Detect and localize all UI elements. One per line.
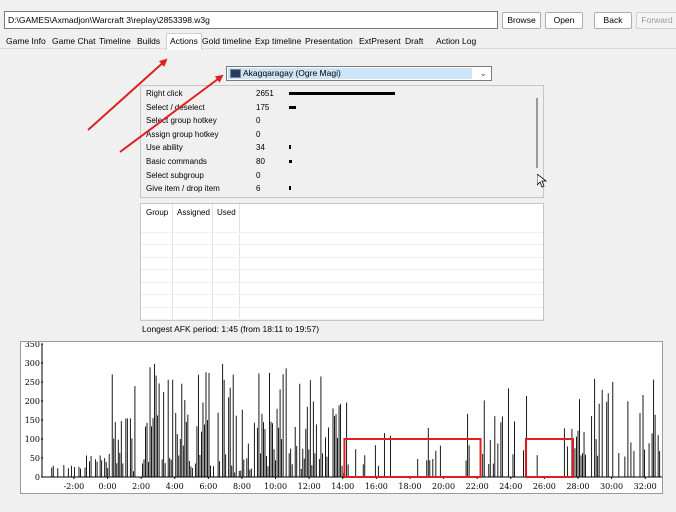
back-button[interactable]: Back [594,12,632,29]
x-tick-label: 2:00 [132,482,150,491]
y-tick-label: 0 [35,473,40,482]
stat-label: Basic commands [146,157,207,166]
y-tick-label: 100 [25,435,40,444]
stat-bar [289,145,291,150]
stat-value: 34 [256,143,265,153]
x-tick-label: 18:00 [398,482,421,491]
open-button[interactable]: Open [545,12,583,29]
table-row [141,306,543,308]
action-stat-row: Assign group hotkey 0 [146,128,536,141]
action-stats-panel: Right click 2651 Select / deselect 175 Selec… [140,85,544,198]
stat-value: 175 [256,102,270,112]
action-stat-row: Select group hotkey 0 [146,114,536,127]
table-row [141,319,543,320]
y-tick-label: 350 [25,342,40,349]
stat-value: 0 [256,116,261,126]
actions-chart-svg: 0 50 100 150 200 250 300 350 -2:00 0:00 2:00 4:00 6:… [25,340,662,491]
browse-button[interactable]: Browse [502,12,541,29]
stat-label: Select / deselect [146,102,205,112]
tab-exp-timeline[interactable]: Exp timeline [253,35,303,48]
stat-label: Right click [146,89,183,98]
chevron-down-icon[interactable]: ⌄ [479,67,487,80]
tab-builds[interactable]: Builds [135,35,162,48]
tab-timeline[interactable]: Timeline [97,35,133,48]
column-divider [212,204,213,320]
stat-value: 0 [256,170,261,180]
table-row [141,294,543,295]
tab-game-info[interactable]: Game Info [4,35,48,48]
table-row [141,256,543,258]
table-row [141,269,543,270]
stat-bar [289,160,293,163]
stat-label: Select group hotkey [146,116,217,126]
player-select[interactable]: Akagqaragay (Ogre Magi) ⌄ [226,66,492,81]
x-tick-label: -2:00 [64,482,85,491]
table-row [141,244,543,245]
x-tick-label: 32:00 [634,482,657,491]
stat-bar [289,92,395,95]
hero-portrait-icon [230,69,241,78]
column-divider [239,204,240,320]
stat-label: Select subgroup [146,170,204,180]
y-tick-label: 150 [25,416,40,425]
table-row [141,231,543,233]
tab-draft[interactable]: Draft [403,35,425,48]
x-tick-label: 14:00 [331,482,354,491]
forward-button[interactable]: Forward [636,12,676,29]
actions-chart: 0 50 100 150 200 250 300 350 -2:00 0:00 2:00 4:00 6:… [20,340,663,494]
toolbar: Browse Open Back Forward [0,0,676,30]
stat-value: 2651 [256,89,274,98]
tab-gold-timeline[interactable]: Gold timeline [200,35,254,48]
action-stat-row: Use ability 34 [146,141,536,154]
x-tick-label: 26:00 [533,482,556,491]
stat-value: 80 [256,157,265,166]
table-row [141,281,543,283]
annotation-rect [524,438,574,478]
column-divider [172,204,173,320]
tab-game-chat[interactable]: Game Chat [50,35,97,48]
x-tick-label: 30:00 [600,482,623,491]
groups-table: Group Assigned Used [140,203,544,321]
x-tick-label: 8:00 [233,482,251,491]
y-tick-label: 250 [25,378,40,387]
x-tick-label: 10:00 [264,482,287,491]
x-tick-label: 4:00 [166,482,184,491]
player-select-value: Akagqaragay (Ogre Magi) [243,68,341,78]
column-header-used[interactable]: Used [217,208,236,217]
stat-bar [289,186,291,191]
stat-value: 6 [256,184,261,194]
stat-label: Assign group hotkey [146,129,219,139]
y-tick-label: 300 [25,359,40,368]
x-tick-label: 6:00 [199,482,217,491]
replay-path-input[interactable] [4,11,498,29]
mouse-cursor-icon [537,174,547,188]
tab-presentation[interactable]: Presentation [303,35,355,48]
stat-label: Give item / drop item [146,184,220,194]
tab-extpresent[interactable]: ExtPresent [357,35,403,48]
y-tick-label: 200 [25,397,40,406]
action-stat-row: Right click 2651 [146,87,536,100]
x-tick-label: 20:00 [432,482,455,491]
tab-action-log[interactable]: Action Log [434,35,478,48]
x-tick-label: 12:00 [298,482,321,491]
x-tick-label: 22:00 [466,482,489,491]
tab-actions[interactable]: Actions [166,33,202,50]
y-tick-label: 50 [30,454,40,463]
tab-bar: Game Info Game Chat Timeline Builds Actions G… [0,33,676,50]
x-tick-label: 0:00 [99,482,117,491]
action-stat-row: Give item / drop item 6 [146,182,536,195]
stat-value: 0 [256,129,261,139]
stat-label: Use ability [146,143,183,153]
column-header-group[interactable]: Group [146,208,168,217]
action-stat-row: Select subgroup 0 [146,169,536,182]
x-tick-label: 16:00 [365,482,388,491]
column-header-assigned[interactable]: Assigned [177,208,210,217]
x-tick-label: 24:00 [499,482,522,491]
action-stat-row: Select / deselect 175 [146,101,536,114]
action-stat-row: Basic commands 80 [146,155,536,168]
stat-bar [289,105,296,109]
x-tick-label: 28:00 [566,482,589,491]
afk-period-text: Longest AFK period: 1:45 (from 18:11 to … [142,324,320,334]
stats-scrollbar[interactable] [536,98,538,168]
